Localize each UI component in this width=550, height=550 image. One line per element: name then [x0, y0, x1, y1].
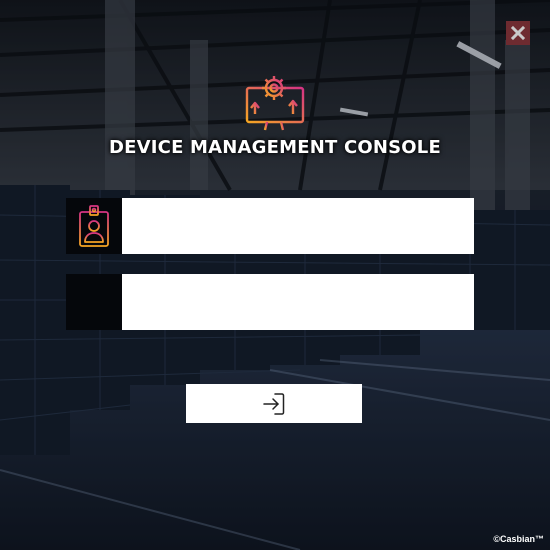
login-screen: DEVICE MANAGEMENT CONSOLE ©Casbian™: [0, 0, 550, 550]
brand-label: ©Casbian™: [493, 534, 544, 544]
close-button[interactable]: [506, 21, 530, 45]
username-icon-box: [66, 198, 122, 254]
monitor-gear-icon: [245, 76, 305, 133]
login-button[interactable]: [186, 384, 362, 423]
close-icon: [510, 25, 526, 41]
page-title: DEVICE MANAGEMENT CONSOLE: [109, 137, 441, 158]
password-row: [66, 274, 474, 330]
sign-in-icon: [263, 392, 285, 415]
user-badge-icon: [79, 205, 109, 247]
password-input[interactable]: [122, 274, 474, 330]
password-icon-box: [66, 274, 122, 330]
username-input[interactable]: [122, 198, 474, 254]
username-row: [66, 198, 474, 254]
